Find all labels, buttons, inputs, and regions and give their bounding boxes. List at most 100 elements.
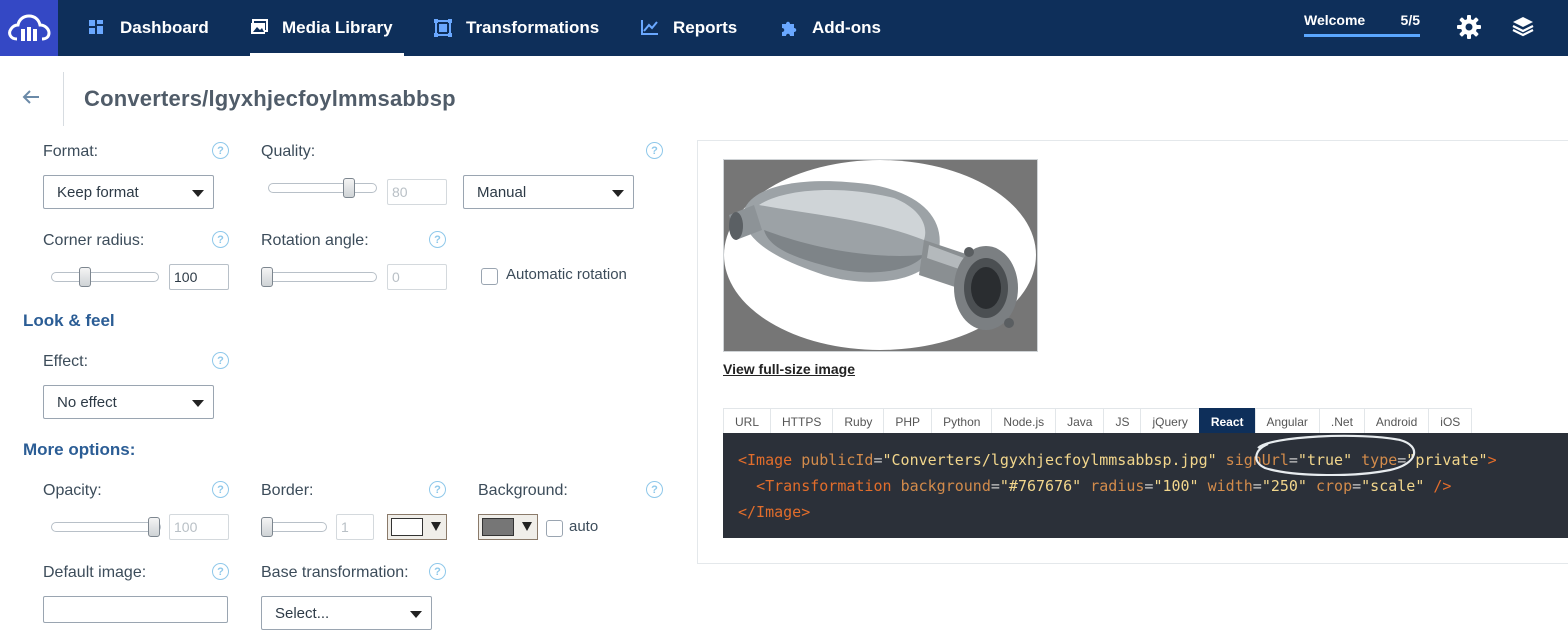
catalytic-converter-image	[724, 160, 1036, 350]
nav-media-library-label: Media Library	[282, 18, 393, 37]
dashboard-icon	[88, 19, 106, 37]
background-auto-label: auto	[569, 518, 599, 535]
cloudinary-logo[interactable]	[0, 0, 58, 56]
rotation-angle-label: Rotation angle:	[261, 232, 369, 249]
border-slider-thumb[interactable]	[261, 517, 273, 537]
background-label: Background:	[478, 482, 568, 499]
corner-radius-help-icon[interactable]: ?	[212, 231, 229, 248]
opacity-slider-thumb[interactable]	[148, 517, 160, 537]
welcome-count: 5/5	[1400, 12, 1420, 28]
settings-gear-icon[interactable]	[1456, 14, 1482, 40]
chevron-down-icon	[431, 522, 441, 531]
nav-dashboard[interactable]: Dashboard	[88, 0, 209, 56]
corner-radius-input[interactable]: 100	[169, 264, 229, 290]
view-full-size-link[interactable]: View full-size image	[723, 361, 855, 377]
quality-slider-thumb[interactable]	[343, 178, 355, 198]
corner-radius-slider-thumb[interactable]	[79, 267, 91, 287]
chevron-down-icon	[410, 611, 422, 618]
opacity-label: Opacity:	[43, 482, 102, 499]
tab-https[interactable]: HTTPS	[770, 408, 834, 434]
tab-php[interactable]: PHP	[883, 408, 933, 434]
background-help-icon[interactable]: ?	[646, 481, 663, 498]
back-arrow-icon[interactable]	[20, 86, 42, 108]
effect-help-icon[interactable]: ?	[212, 352, 229, 369]
rotation-slider-thumb[interactable]	[261, 267, 273, 287]
more-options-heading: More options:	[23, 440, 136, 459]
nav-transformations-label: Transformations	[466, 18, 600, 37]
base-transformation-value: Select...	[275, 604, 330, 622]
default-image-help-icon[interactable]: ?	[212, 563, 229, 580]
base-transformation-select[interactable]: Select...	[261, 596, 432, 630]
border-color-picker[interactable]	[387, 514, 447, 540]
code-line-1: <Image publicId="Converters/lgyxhjecfoyl…	[738, 451, 1497, 469]
border-slider[interactable]	[261, 517, 327, 537]
effect-select[interactable]: No effect	[43, 385, 214, 419]
border-help-icon[interactable]: ?	[429, 481, 446, 498]
effect-select-value: No effect	[57, 393, 117, 411]
quality-mode-select[interactable]: Manual	[463, 175, 634, 209]
tab-js[interactable]: JS	[1103, 408, 1142, 434]
quality-slider[interactable]	[268, 178, 377, 198]
base-transformation-label: Base transformation:	[261, 564, 409, 581]
tab-ruby[interactable]: Ruby	[832, 408, 885, 434]
chevron-down-icon	[522, 522, 532, 531]
welcome-progress-bar	[1304, 34, 1420, 37]
opacity-input[interactable]: 100	[169, 514, 229, 540]
border-width-input[interactable]: 1	[336, 514, 374, 540]
tab-angular[interactable]: Angular	[1254, 408, 1320, 434]
opacity-slider[interactable]	[51, 517, 161, 537]
border-color-swatch	[391, 518, 423, 536]
sdk-tabs: URL HTTPS Ruby PHP Python Node.js Java J…	[723, 408, 1473, 434]
code-line-3: </Image>	[738, 503, 811, 521]
quality-label: Quality:	[261, 143, 316, 160]
corner-radius-slider[interactable]	[51, 267, 159, 287]
rotation-input[interactable]: 0	[387, 264, 447, 290]
look-feel-heading: Look & feel	[23, 311, 115, 330]
background-color-picker[interactable]	[478, 514, 538, 540]
nav-media-library[interactable]: Media Library	[250, 0, 404, 56]
corner-radius-label: Corner radius:	[43, 232, 145, 249]
tab-ios[interactable]: iOS	[1428, 408, 1473, 434]
code-line-2: <Transformation background="#767676" rad…	[756, 477, 1452, 495]
tab-dotnet[interactable]: .Net	[1318, 408, 1365, 434]
nav-add-ons-label: Add-ons	[812, 18, 881, 37]
tab-java[interactable]: Java	[1055, 408, 1105, 434]
default-image-label: Default image:	[43, 564, 147, 581]
chevron-down-icon	[192, 190, 204, 197]
base-transformation-help-icon[interactable]: ?	[429, 563, 446, 580]
format-select[interactable]: Keep format	[43, 175, 214, 209]
border-label: Border:	[261, 482, 314, 499]
tab-android[interactable]: Android	[1363, 408, 1430, 434]
tab-jquery[interactable]: jQuery	[1140, 408, 1200, 434]
opacity-help-icon[interactable]: ?	[212, 481, 229, 498]
code-snippet[interactable]: <Image publicId="Converters/lgyxhjecfoyl…	[723, 433, 1568, 538]
tab-python[interactable]: Python	[931, 408, 993, 434]
rotation-help-icon[interactable]: ?	[429, 231, 446, 248]
nav-reports[interactable]: Reports	[641, 0, 737, 56]
background-auto-checkbox[interactable]	[546, 520, 563, 537]
quality-value-input[interactable]: 80	[387, 179, 447, 205]
layers-icon[interactable]	[1510, 14, 1536, 40]
transformations-icon	[434, 19, 452, 37]
top-nav: Dashboard Media Library Transformations …	[0, 0, 1568, 56]
tab-react[interactable]: React	[1198, 408, 1256, 434]
automatic-rotation-checkbox[interactable]	[481, 268, 498, 285]
chevron-down-icon	[612, 190, 624, 197]
effect-label: Effect:	[43, 353, 89, 370]
rotation-slider[interactable]	[261, 267, 377, 287]
format-select-value: Keep format	[57, 183, 139, 201]
puzzle-icon	[780, 19, 798, 37]
quality-help-icon[interactable]: ?	[646, 142, 663, 159]
automatic-rotation-label: Automatic rotation	[506, 266, 627, 283]
preview-image[interactable]	[723, 159, 1038, 352]
nav-add-ons[interactable]: Add-ons	[780, 0, 881, 56]
welcome-progress[interactable]: Welcome 5/5	[1304, 12, 1420, 40]
media-library-icon	[250, 19, 268, 37]
nav-transformations[interactable]: Transformations	[434, 0, 599, 56]
header-divider	[63, 72, 64, 126]
quality-mode-value: Manual	[477, 183, 527, 201]
tab-url[interactable]: URL	[723, 408, 772, 434]
default-image-input[interactable]	[43, 596, 228, 623]
format-help-icon[interactable]: ?	[212, 142, 229, 159]
tab-nodejs[interactable]: Node.js	[991, 408, 1057, 434]
